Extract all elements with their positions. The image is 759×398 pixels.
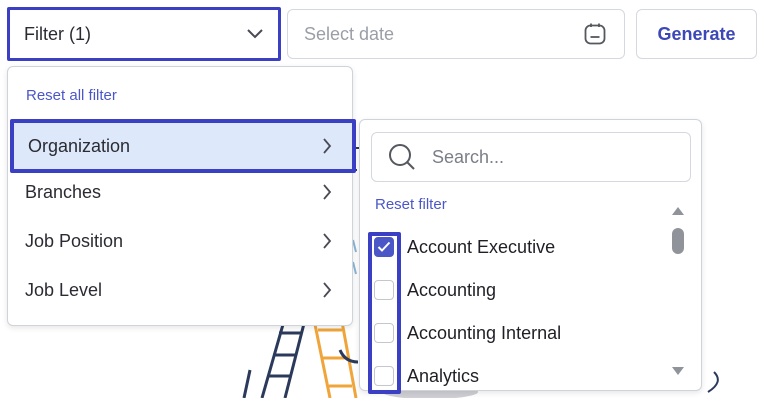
filter-label: Filter (1) — [24, 23, 91, 44]
option-label: Analytics — [407, 365, 480, 386]
list-item[interactable]: Analytics — [374, 356, 664, 390]
option-label: Accounting Internal — [407, 322, 562, 343]
organization-options-panel: Reset filter Account Executive Accountin… — [359, 119, 702, 391]
menu-item-job-level[interactable]: Job Level — [8, 266, 352, 314]
checkbox[interactable] — [374, 366, 394, 386]
chevron-down-icon — [246, 25, 264, 43]
menu-item-label: Organization — [28, 135, 131, 156]
date-input[interactable] — [304, 23, 582, 45]
menu-item-organization[interactable]: Organization — [10, 119, 356, 173]
menu-item-label: Job Level — [25, 279, 103, 300]
list-item[interactable]: Account Executive — [374, 227, 664, 267]
reset-all-filter-link[interactable]: Reset all filter — [26, 87, 117, 104]
scroll-down-icon[interactable] — [671, 366, 685, 378]
calendar-icon[interactable] — [582, 21, 608, 47]
chevron-right-icon — [320, 183, 334, 201]
menu-item-branches[interactable]: Branches — [8, 168, 352, 216]
list-item[interactable]: Accounting Internal — [374, 313, 664, 353]
reset-filter-link[interactable]: Reset filter — [375, 196, 447, 213]
checkbox-checked[interactable] — [374, 237, 394, 257]
scrollbar-thumb[interactable] — [672, 228, 684, 254]
search-field[interactable] — [371, 132, 691, 182]
chevron-right-icon — [320, 281, 334, 299]
report-filter-screen: Filter (1) Generate Reset all filter Org… — [0, 0, 759, 398]
date-picker-field[interactable] — [287, 9, 625, 59]
search-input[interactable] — [432, 146, 676, 168]
list-item[interactable]: Accounting — [374, 270, 664, 310]
menu-item-job-position[interactable]: Job Position — [8, 217, 352, 265]
checkbox[interactable] — [374, 280, 394, 300]
scroll-up-icon[interactable] — [671, 206, 685, 218]
chevron-right-icon — [320, 232, 334, 250]
menu-item-label: Branches — [25, 181, 102, 202]
option-label: Account Executive — [407, 236, 556, 257]
menu-item-label: Job Position — [25, 230, 124, 251]
filter-dropdown-button[interactable]: Filter (1) — [7, 7, 281, 61]
search-icon — [388, 143, 416, 171]
options-list: Account Executive Accounting Accounting … — [360, 225, 670, 390]
generate-button[interactable]: Generate — [636, 9, 757, 59]
filter-category-menu: Reset all filter Organization Branches J… — [7, 66, 356, 326]
checkbox[interactable] — [374, 323, 394, 343]
chevron-right-icon — [320, 137, 334, 155]
option-label: Accounting — [407, 279, 497, 300]
scrollbar[interactable] — [668, 202, 688, 378]
